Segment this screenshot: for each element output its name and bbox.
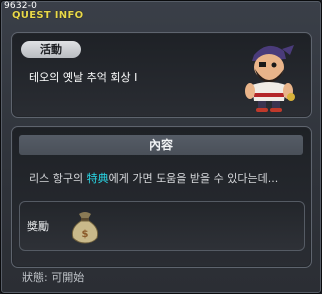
reward-label: 獎勵 xyxy=(27,220,49,233)
npc-character-icon xyxy=(245,45,295,112)
description-text-rest: 에게 가면 도움을 받을 수 있다는데... xyxy=(108,172,279,185)
quest-description: 리스 항구의 特典에게 가면 도움을 받을 수 있다는데... xyxy=(29,170,278,186)
svg-text:$: $ xyxy=(82,229,89,240)
quest-name: 테오의 옛날 추억 회상 I xyxy=(29,71,138,84)
money-bag-icon[interactable]: $ xyxy=(68,208,102,244)
window-title: QUEST INFO xyxy=(12,10,84,21)
activity-label: 活動 xyxy=(21,41,81,58)
content-panel: 內容 리스 항구의 特典에게 가면 도움을 받을 수 있다는데... 獎勵 $ xyxy=(11,126,312,268)
reward-box: 獎勵 $ xyxy=(19,201,305,251)
quest-status: 狀態: 可開始 xyxy=(22,271,85,284)
description-text: 리스 항구의 xyxy=(29,172,87,185)
content-header: 內容 xyxy=(19,135,303,155)
activity-panel: 活動 테오의 옛날 추억 회상 I xyxy=(11,32,312,118)
npc-name-highlight: 特典 xyxy=(86,172,109,185)
quest-info-window: 9632-0 QUEST INFO 活動 테오의 옛날 추억 회상 I 內容 리… xyxy=(0,0,322,294)
